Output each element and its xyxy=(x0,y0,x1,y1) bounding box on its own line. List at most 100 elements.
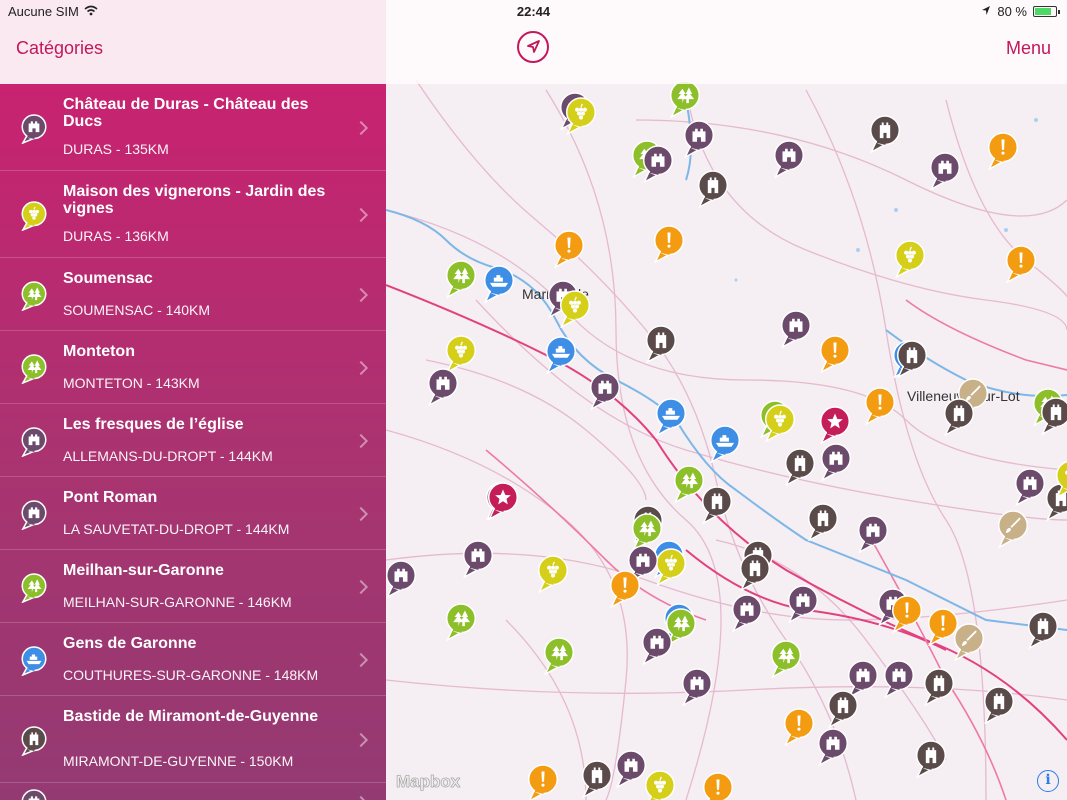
map-pin-castle[interactable] xyxy=(819,443,853,482)
map-pin-info[interactable] xyxy=(890,595,924,634)
location-services-icon xyxy=(981,4,991,19)
map-pin-vine[interactable] xyxy=(643,770,677,800)
map-pin-vine[interactable] xyxy=(1054,460,1067,499)
map-pin-tower[interactable] xyxy=(942,398,976,437)
map-pin-castle[interactable] xyxy=(640,627,674,666)
map-pin-forest[interactable] xyxy=(444,603,478,642)
map-pin-vine[interactable] xyxy=(558,290,592,329)
map-pin-art[interactable] xyxy=(952,623,986,662)
place-row[interactable]: Maison des vignerons - Jardin des vignes… xyxy=(0,171,386,258)
map-pin-vine[interactable] xyxy=(536,555,570,594)
map-pin-castle[interactable] xyxy=(856,515,890,554)
map-pin-castle[interactable] xyxy=(882,660,916,699)
map-pin-boat[interactable] xyxy=(708,425,742,464)
place-castle-icon xyxy=(20,114,48,145)
map-pin-vine[interactable] xyxy=(763,404,797,443)
place-row[interactable]: Soumensac SOUMENSAC - 140KM xyxy=(0,258,386,331)
battery-percent: 80 % xyxy=(997,4,1027,19)
map-pin-star[interactable] xyxy=(486,482,520,521)
map-pin-boat[interactable] xyxy=(482,265,516,304)
map-pin-castle[interactable] xyxy=(1013,468,1047,507)
categories-button[interactable]: Catégories xyxy=(16,38,103,59)
map-pin-info[interactable] xyxy=(701,772,735,800)
locate-me-button[interactable] xyxy=(517,31,549,63)
map-pin-info[interactable] xyxy=(782,708,816,747)
map-pin-tower[interactable] xyxy=(700,486,734,525)
map-pin-castle[interactable] xyxy=(816,728,850,767)
map-pin-star[interactable] xyxy=(818,406,852,445)
map-pin-castle[interactable] xyxy=(786,585,820,624)
map-pin-tower[interactable] xyxy=(1039,397,1067,436)
map-pin-info[interactable] xyxy=(608,570,642,609)
map-pin-tower[interactable] xyxy=(644,325,678,364)
map-pin-info[interactable] xyxy=(552,230,586,269)
map-pin-castle[interactable] xyxy=(682,120,716,159)
map-pin-castle[interactable] xyxy=(772,140,806,179)
place-row[interactable]: Meilhan-sur-Garonne MEILHAN-SUR-GARONNE -… xyxy=(0,550,386,623)
place-row[interactable]: Monteton MONTETON - 143KM xyxy=(0,331,386,404)
map-pin-forest[interactable] xyxy=(668,80,702,119)
place-title: Pont Roman xyxy=(63,489,158,506)
map-pin-boat[interactable] xyxy=(544,336,578,375)
map-pin-tower[interactable] xyxy=(783,448,817,487)
chevron-right-icon xyxy=(353,652,369,668)
place-row[interactable]: Gens de Garonne COUTHURES-SUR-GARONNE - 1… xyxy=(0,623,386,696)
map-pin-castle[interactable] xyxy=(641,145,675,184)
map-pin-castle[interactable] xyxy=(730,594,764,633)
place-row[interactable]: Bastide de Miramont-de-Guyenne MIRAMONT-D… xyxy=(0,696,386,783)
map-pin-tower[interactable] xyxy=(580,760,614,799)
chevron-right-icon xyxy=(353,795,369,800)
map-pin-forest[interactable] xyxy=(542,637,576,676)
map-pin-vine[interactable] xyxy=(893,240,927,279)
places-list: Château de Duras - Château des Ducs DURAS… xyxy=(0,84,386,800)
map-pin-tower[interactable] xyxy=(895,340,929,379)
map-pin-info[interactable] xyxy=(986,132,1020,171)
place-title: Les fresques de l’église xyxy=(63,416,244,433)
place-subtitle: ALLEMANS-DU-DROPT - 144KM xyxy=(63,448,273,464)
place-subtitle: MEILHAN-SUR-GARONNE - 146KM xyxy=(63,594,292,610)
chevron-right-icon xyxy=(353,433,369,449)
map-pin-castle[interactable] xyxy=(461,540,495,579)
map-view[interactable]: Marmande Villeneuve-sur-Lot Mapbox i xyxy=(386,0,1067,800)
place-castle-icon xyxy=(20,789,48,800)
map-pin-tower[interactable] xyxy=(914,740,948,779)
place-tree-icon xyxy=(20,573,48,604)
map-pin-tower[interactable] xyxy=(982,686,1016,725)
map-pin-info[interactable] xyxy=(863,387,897,426)
map-pin-tower[interactable] xyxy=(806,503,840,542)
map-pin-castle[interactable] xyxy=(588,372,622,411)
map-pin-forest[interactable] xyxy=(444,260,478,299)
map-pin-info[interactable] xyxy=(818,335,852,374)
map-pin-castle[interactable] xyxy=(386,560,418,599)
map-pin-castle[interactable] xyxy=(680,668,714,707)
chevron-right-icon xyxy=(353,120,369,136)
place-subtitle: LA SAUVETAT-DU-DROPT - 144KM xyxy=(63,521,290,537)
map-pin-art[interactable] xyxy=(996,510,1030,549)
map-pin-tower[interactable] xyxy=(1026,611,1060,650)
place-title: Maison des vignerons - Jardin des vignes xyxy=(63,183,326,217)
map-pin-vine[interactable] xyxy=(564,97,598,136)
map-pin-info[interactable] xyxy=(526,764,560,800)
place-row[interactable]: Château de Duras - Château des Ducs DURAS… xyxy=(0,84,386,171)
map-pin-tower[interactable] xyxy=(922,668,956,707)
map-pin-castle[interactable] xyxy=(779,310,813,349)
map-pin-info[interactable] xyxy=(1004,245,1038,284)
place-row[interactable]: Les fresques de l’église ALLEMANS-DU-DROP… xyxy=(0,404,386,477)
info-button[interactable]: i xyxy=(1037,770,1059,792)
map-pin-boat[interactable] xyxy=(654,398,688,437)
map-pin-tower[interactable] xyxy=(696,170,730,209)
map-pin-tower[interactable] xyxy=(868,115,902,154)
place-grape-icon xyxy=(20,201,48,232)
map-pin-castle[interactable] xyxy=(928,152,962,191)
place-row[interactable]: Pont Roman LA SAUVETAT-DU-DROPT - 144KM xyxy=(0,477,386,550)
map-pin-info[interactable] xyxy=(652,225,686,264)
map-pin-tower[interactable] xyxy=(826,690,860,729)
chevron-right-icon xyxy=(353,287,369,303)
place-row[interactable] xyxy=(0,783,386,800)
place-tower-icon xyxy=(20,726,48,757)
navigation-arrow-icon xyxy=(527,40,540,53)
map-pin-forest[interactable] xyxy=(769,640,803,679)
map-pin-castle[interactable] xyxy=(426,368,460,407)
map-pin-tower[interactable] xyxy=(738,553,772,592)
menu-button[interactable]: Menu xyxy=(1006,38,1051,59)
